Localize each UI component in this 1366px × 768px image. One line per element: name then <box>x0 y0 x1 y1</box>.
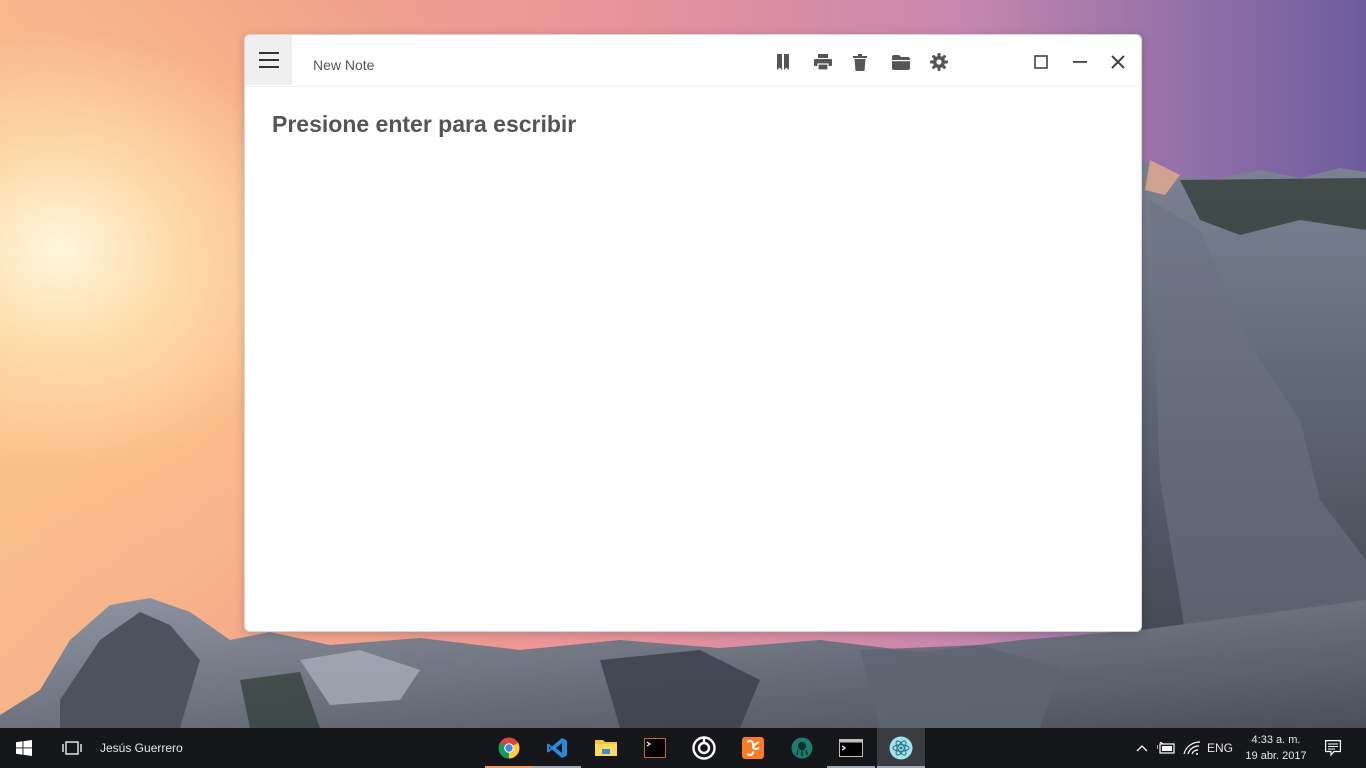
media-app-icon <box>692 736 716 760</box>
taskbar-app-xampp[interactable] <box>729 728 777 768</box>
bookmark-button[interactable] <box>771 51 795 73</box>
taskbar-app-vscode[interactable] <box>533 728 581 768</box>
close-button[interactable] <box>1106 51 1130 73</box>
note-title[interactable]: New Note <box>313 57 374 73</box>
task-view-button[interactable] <box>48 728 96 768</box>
windows-logo-icon <box>16 740 32 756</box>
language-indicator[interactable]: ENG <box>1207 728 1233 768</box>
user-name-label: Jesús Guerrero <box>100 741 183 755</box>
terminal-icon <box>644 738 666 758</box>
battery-button[interactable] <box>1155 728 1177 768</box>
language-label: ENG <box>1207 741 1234 755</box>
action-center-button[interactable] <box>1316 728 1350 768</box>
task-view-icon <box>62 741 82 755</box>
taskbar-app-command-prompt[interactable] <box>827 728 875 768</box>
delete-button[interactable] <box>848 51 872 73</box>
command-prompt-icon <box>839 739 863 757</box>
placeholder-heading: Presione enter para escribir <box>272 111 577 137</box>
show-hidden-icons-button[interactable] <box>1133 728 1151 768</box>
user-name[interactable]: Jesús Guerrero <box>100 728 183 768</box>
start-button[interactable] <box>0 728 48 768</box>
folder-icon <box>892 54 910 70</box>
open-folder-button[interactable] <box>889 51 913 73</box>
wifi-button[interactable] <box>1181 728 1203 768</box>
taskbar-app-media[interactable] <box>680 728 728 768</box>
chrome-icon <box>498 737 520 759</box>
xampp-icon <box>742 737 764 759</box>
file-explorer-icon <box>595 740 617 756</box>
close-icon <box>1111 55 1125 69</box>
taskbar-app-gitkraken[interactable] <box>778 728 826 768</box>
note-editor[interactable]: Presione enter para escribir <box>272 111 1114 138</box>
print-icon <box>814 54 832 70</box>
taskbar-app-chrome[interactable] <box>485 728 533 768</box>
taskbar-app-electron[interactable] <box>877 728 925 768</box>
taskbar-app-terminal[interactable] <box>631 728 679 768</box>
battery-icon <box>1157 742 1175 754</box>
wifi-icon <box>1183 741 1201 755</box>
maximize-button[interactable] <box>1029 51 1053 73</box>
title-bar: New Note <box>245 35 1141 87</box>
trash-icon <box>853 53 867 71</box>
notifications-icon <box>1325 740 1341 756</box>
electron-icon <box>889 736 913 760</box>
print-button[interactable] <box>811 51 835 73</box>
minimize-button[interactable] <box>1068 51 1092 73</box>
menu-icon <box>258 52 279 68</box>
visual-studio-code-icon <box>547 738 567 758</box>
gitkraken-icon <box>791 737 813 759</box>
taskbar: Jesús Guerrero ENG 4:33 a. m. 19 abr. 20… <box>0 728 1366 768</box>
bookmark-icon <box>777 54 789 70</box>
clock-time: 4:33 a. m. <box>1251 734 1301 746</box>
minimize-icon <box>1073 61 1087 63</box>
clock[interactable]: 4:33 a. m. 19 abr. 2017 <box>1236 732 1316 764</box>
chevron-up-icon <box>1136 745 1148 752</box>
hamburger-menu-button[interactable] <box>245 35 292 85</box>
settings-icon <box>930 53 948 71</box>
settings-button[interactable] <box>927 51 951 73</box>
maximize-icon <box>1034 55 1048 69</box>
note-app-window: New Note Presione enter para escribir <box>244 34 1142 632</box>
clock-date: 19 abr. 2017 <box>1245 750 1307 762</box>
taskbar-app-file-explorer[interactable] <box>582 728 630 768</box>
